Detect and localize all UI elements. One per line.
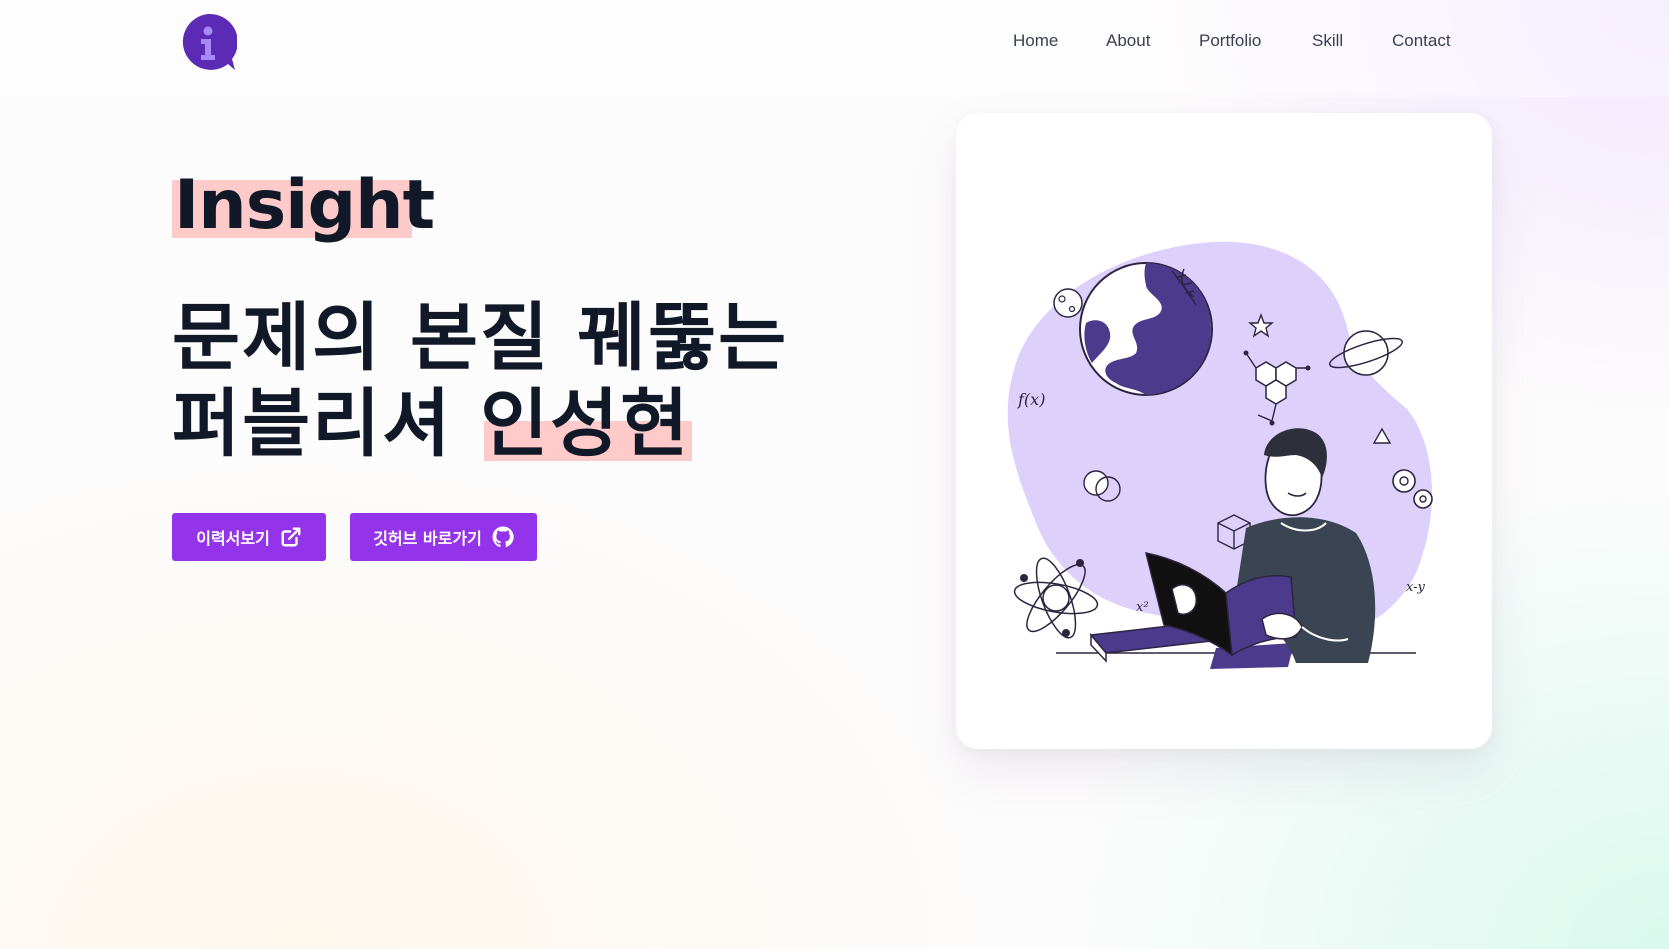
nav-skill[interactable]: Skill [1312,31,1343,51]
resume-button-label: 이력서보기 [196,529,270,548]
reading-person-illustration: f(x) x-y x² [1007,241,1433,669]
svg-text:x-y: x-y [1406,580,1425,595]
headline-role: 퍼블리셔 [172,381,481,467]
nav-contact[interactable]: Contact [1392,31,1451,51]
headline-line-2: 퍼블리셔 인성현 [172,381,872,467]
headline-name: 인성현 [480,381,693,467]
illustration-card: f(x) x-y x² [956,113,1492,749]
github-button[interactable]: 깃허브 바로가기 [350,513,537,561]
external-link-icon [281,527,301,547]
svg-text:f(x): f(x) [1017,390,1045,409]
hero-brand: Insight [172,170,435,242]
header: Home About Portfolio Skill Contact [0,0,1669,97]
logo[interactable] [179,13,238,71]
hero-headline: 문제의 본질 꿰뚫는 퍼블리셔 인성현 [172,295,872,467]
resume-button[interactable]: 이력서보기 [172,513,326,561]
github-button-label: 깃허브 바로가기 [373,529,482,548]
svg-text:x²: x² [1136,600,1149,615]
nav-home[interactable]: Home [1013,31,1058,51]
headline-line-1: 문제의 본질 꿰뚫는 [172,295,789,381]
name-text: 인성현 [480,381,691,467]
info-bubble-icon [182,13,238,70]
nav-portfolio[interactable]: Portfolio [1199,31,1261,51]
nav-about[interactable]: About [1106,31,1150,51]
github-icon [492,526,514,548]
brand-title: Insight [174,166,435,245]
